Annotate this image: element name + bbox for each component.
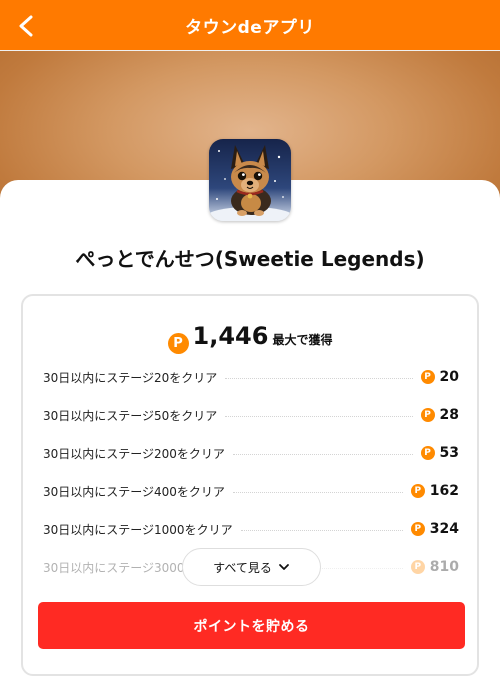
mission-label: 30日以内にステージ1000をクリア (43, 522, 233, 537)
point-coin-icon: P (420, 446, 435, 460)
german-shepherd-puppy-icon (209, 139, 291, 221)
header-title: タウンdeアプリ (185, 17, 315, 38)
mission-row: 30日以内にステージ20をクリア P 20 (43, 367, 459, 387)
mission-points-value: 53 (439, 445, 459, 461)
dotted-divider (225, 415, 413, 417)
mission-label: 30日以内にステージ50をクリア (43, 408, 218, 423)
dotted-divider (232, 453, 413, 455)
mission-points-value: 162 (429, 483, 459, 499)
point-coin-icon: P (410, 560, 425, 574)
total-points-suffix: 最大で獲得 (272, 333, 333, 347)
mission-label: 30日以内にステージ200をクリア (43, 446, 225, 461)
dotted-divider (232, 491, 403, 493)
point-coin-icon: P (167, 333, 189, 354)
mission-label: 30日以内にステージ20をクリア (43, 370, 218, 385)
mission-points: P 810 (410, 559, 459, 575)
mission-points: P 324 (410, 521, 459, 537)
point-coin-icon: P (420, 408, 435, 422)
dotted-divider (240, 529, 403, 531)
mission-points: P 20 (420, 369, 459, 385)
mission-row: 30日以内にステージ200をクリア P 53 (43, 443, 459, 463)
earn-points-label: ポイントを貯める (193, 618, 310, 635)
mission-points-value: 20 (439, 369, 459, 385)
chevron-left-icon (19, 15, 33, 37)
point-coin-icon: P (410, 484, 425, 498)
see-all-label: すべて見る (213, 560, 272, 575)
mission-row: 30日以内にステージ1000をクリア P 324 (43, 519, 459, 539)
mission-points-value: 810 (429, 559, 459, 575)
back-button[interactable] (12, 12, 40, 40)
dotted-divider (225, 377, 413, 379)
mission-points-value: 324 (429, 521, 459, 537)
chevron-down-icon (278, 564, 289, 570)
app-name: ぺっとでんせつ(Sweetie Legends) (75, 247, 425, 271)
mission-points: P 162 (410, 483, 459, 499)
rewards-card: P 1,446 最大で獲得 30日以内にステージ20をクリア P 20 30日以… (21, 294, 479, 676)
mission-points: P 53 (420, 445, 459, 461)
app-icon (209, 139, 291, 221)
app-header: タウンdeアプリ (0, 0, 500, 51)
see-all-button[interactable]: すべて見る (182, 548, 321, 586)
total-points: P 1,446 最大で獲得 (23, 322, 477, 354)
mission-row: 30日以内にステージ50をクリア P 28 (43, 405, 459, 425)
mission-label: 30日以内にステージ400をクリア (43, 484, 225, 499)
mission-points-value: 28 (439, 407, 459, 423)
point-coin-icon: P (410, 522, 425, 536)
total-points-value: 1,446 (192, 322, 269, 350)
point-coin-icon: P (420, 370, 435, 384)
earn-points-button[interactable]: ポイントを貯める (38, 602, 465, 649)
mission-points: P 28 (420, 407, 459, 423)
mission-row: 30日以内にステージ400をクリア P 162 (43, 481, 459, 501)
